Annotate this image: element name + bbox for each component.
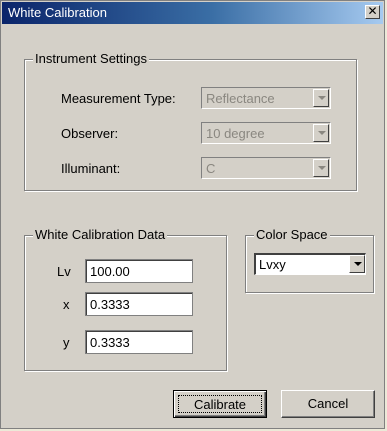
y-input[interactable]: 0.3333 — [85, 330, 193, 354]
cancel-button[interactable]: Cancel — [281, 390, 375, 418]
observer-dropdown-button — [313, 124, 329, 142]
y-value: 0.3333 — [90, 335, 130, 350]
calibrate-button-label: Calibrate — [178, 395, 262, 413]
observer-select: 10 degree — [201, 122, 331, 144]
lv-input[interactable]: 100.00 — [85, 259, 193, 283]
y-label: y — [63, 335, 70, 350]
title-bar[interactable]: White Calibration ✕ — [2, 2, 383, 24]
measurement-type-label: Measurement Type: — [61, 91, 176, 106]
chevron-down-icon — [354, 262, 362, 266]
instrument-settings-legend: Instrument Settings — [33, 51, 149, 66]
close-icon: ✕ — [367, 4, 378, 18]
window-title: White Calibration — [8, 5, 107, 20]
measurement-type-value: Reflectance — [206, 91, 275, 106]
color-space-select[interactable]: Lvxy — [254, 253, 366, 275]
illuminant-value: C — [206, 161, 216, 176]
close-button[interactable]: ✕ — [365, 5, 380, 19]
white-calibration-data-legend: White Calibration Data — [33, 227, 168, 242]
calibrate-button[interactable]: Calibrate — [173, 390, 267, 418]
illuminant-dropdown-button — [313, 159, 329, 177]
chevron-down-icon — [318, 96, 326, 100]
lv-label: Lv — [57, 264, 71, 279]
color-space-legend: Color Space — [254, 227, 330, 242]
x-label: x — [63, 297, 70, 312]
observer-label: Observer: — [61, 126, 119, 141]
observer-value: 10 degree — [206, 126, 265, 141]
chevron-down-icon — [318, 131, 326, 135]
illuminant-label: Illuminant: — [61, 161, 121, 176]
color-space-dropdown-button[interactable] — [349, 255, 365, 273]
color-space-value: Lvxy — [259, 257, 286, 272]
x-input[interactable]: 0.3333 — [85, 292, 193, 316]
chevron-down-icon — [318, 166, 326, 170]
lv-value: 100.00 — [90, 264, 130, 279]
x-value: 0.3333 — [90, 297, 130, 312]
measurement-type-select: Reflectance — [201, 87, 331, 109]
illuminant-select: C — [201, 157, 331, 179]
measurement-type-dropdown-button — [313, 89, 329, 107]
white-calibration-dialog: White Calibration ✕ Instrument Settings … — [0, 0, 385, 429]
